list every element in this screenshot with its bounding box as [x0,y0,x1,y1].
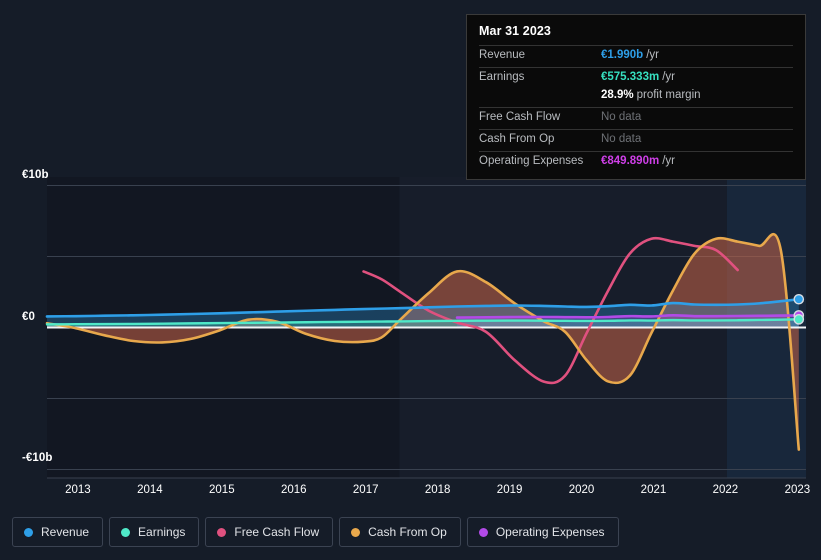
tooltip-row-value-wrap: No data [601,133,641,145]
tooltip-row-value-wrap: €849.890m/yr [601,155,675,167]
tooltip-row: 28.9% profit margin [479,89,793,107]
tooltip-row: Operating Expenses €849.890m/yr [479,151,793,173]
x-axis-tick-2018: 2018 [424,484,451,496]
tooltip-row-label: Operating Expenses [479,155,584,167]
legend-item-label: Cash From Op [368,525,447,539]
tooltip-row-value-wrap: €1.990b/yr [601,49,659,61]
tooltip-row-value-wrap: No data [601,111,641,123]
legend-item-label: Earnings [138,525,186,539]
endpoint-dot-earnings [793,314,805,325]
tooltip-row-unit: /yr [662,71,675,83]
legend-item-operating-expenses[interactable]: Operating Expenses [466,517,619,547]
tooltip-row-unit: /yr [646,49,659,61]
x-axis-tick-2019: 2019 [496,484,523,496]
x-axis-tick-2015: 2015 [209,484,235,496]
legend-color-dot [121,527,131,537]
legend-item-revenue[interactable]: Revenue [12,517,104,547]
tooltip-row-value: No data [601,133,642,145]
chart-legend[interactable]: Revenue Earnings Free Cash Flow Cash From O… [12,517,619,547]
legend-color-dot [478,527,488,537]
endpoint-dot-revenue [793,293,805,305]
tooltip-row: Cash From Op No data [479,129,793,151]
y-axis-label-zero: €0 [22,310,35,323]
tooltip-row-value: €849.890m [601,155,660,167]
tooltip-row-value-wrap: €575.333m/yr [601,71,675,83]
chart-tooltip: Mar 31 2023 Revenue €1.990b/yr Earnings €57… [466,14,806,180]
x-axis-tick-2013: 2013 [65,484,91,496]
tooltip-row: Free Cash Flow No data [479,107,793,129]
tooltip-row-label: Free Cash Flow [479,111,561,123]
legend-item-label: Operating Expenses [495,525,605,539]
tooltip-row-unit: /yr [662,155,675,167]
x-axis-tick-2020: 2020 [568,484,595,496]
tooltip-row: Earnings €575.333m/yr [479,67,793,89]
legend-item-label: Revenue [41,525,90,539]
y-axis-label-top: €10b [22,168,49,181]
tooltip-row-value-wrap: 28.9% profit margin [601,89,701,101]
legend-item-free-cash-flow[interactable]: Free Cash Flow [205,517,334,547]
tooltip-row-value: €575.333m [601,71,660,83]
tooltip-date: Mar 31 2023 [479,24,551,38]
tooltip-row-value: 28.9% [601,89,634,101]
tooltip-row-value: No data [601,111,642,123]
legend-color-dot [351,527,361,537]
x-axis-tick-2022: 2022 [712,484,739,496]
x-axis-tick-2016: 2016 [280,484,307,496]
x-axis-tick-2017: 2017 [352,484,379,496]
tooltip-row-unit: profit margin [636,89,701,101]
tooltip-row: Revenue €1.990b/yr [479,45,793,67]
tooltip-row-label: Revenue [479,49,526,61]
tooltip-row-value: €1.990b [601,49,644,61]
x-axis-tick-2021: 2021 [640,484,667,496]
legend-item-cash-from-op[interactable]: Cash From Op [339,517,461,547]
legend-color-dot [217,527,227,537]
legend-color-dot [24,527,33,537]
y-axis-label-bottom: -€10b [22,452,53,465]
x-axis-tick-2014: 2014 [137,484,163,496]
legend-item-earnings[interactable]: Earnings [109,517,200,547]
tooltip-row-label: Earnings [479,71,525,83]
legend-item-label: Free Cash Flow [234,525,320,539]
tooltip-row-label: Cash From Op [479,133,555,145]
tooltip-rows: Revenue €1.990b/yr Earnings €575.333m/yr 28.… [479,45,793,173]
x-axis-tick-2023: 2023 [784,484,811,496]
